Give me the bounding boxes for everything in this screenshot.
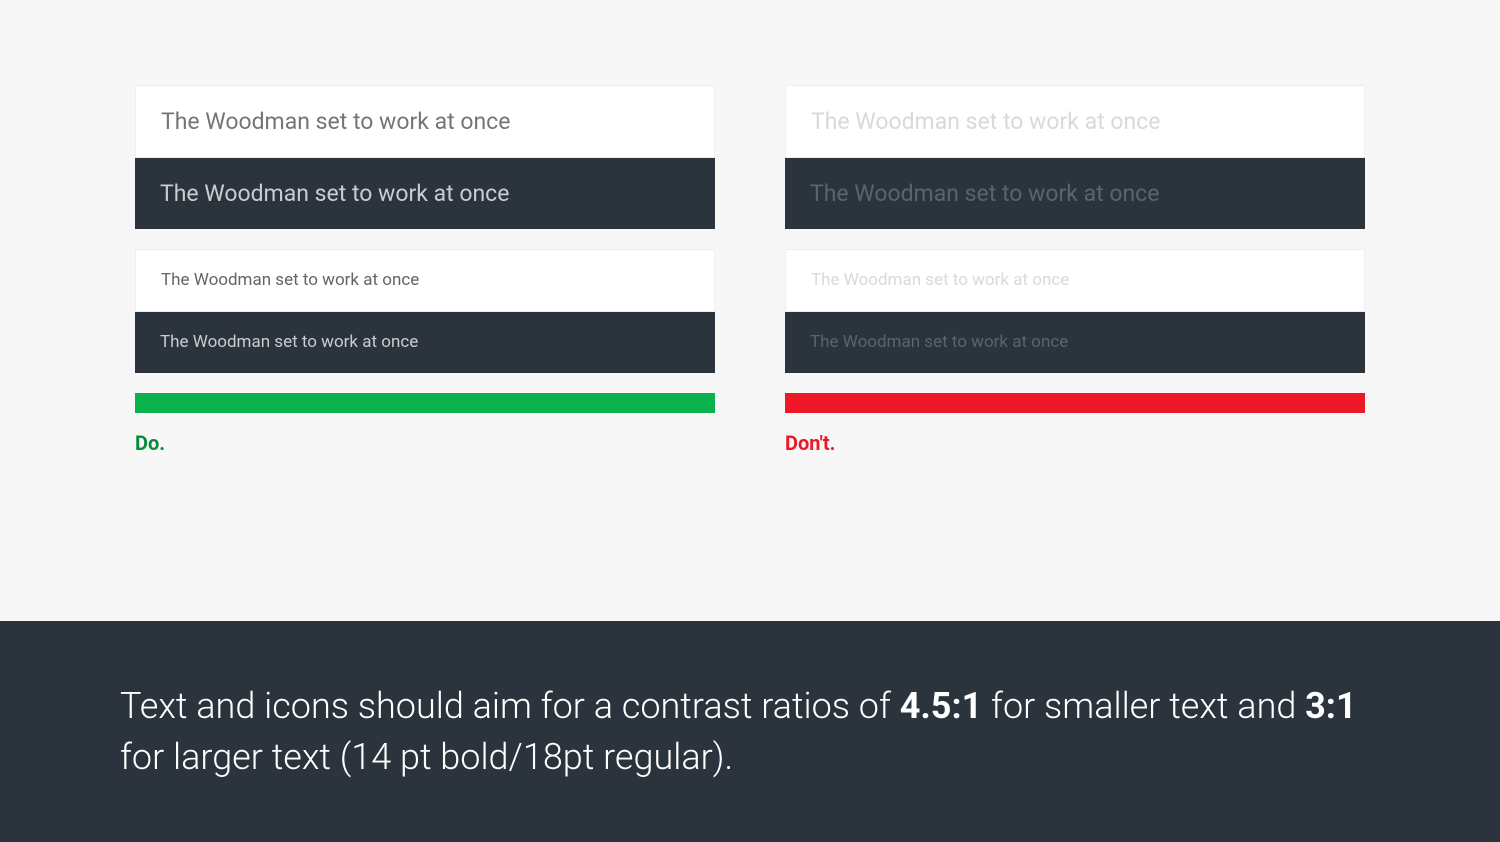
dont-label: Don't.	[785, 431, 1365, 455]
do-small-text-group: The Woodman set to work at once The Wood…	[135, 249, 715, 373]
sample-small-light-low-contrast: The Woodman set to work at once	[785, 249, 1365, 312]
sample-large-dark-low-contrast: The Woodman set to work at once	[785, 158, 1365, 229]
sample-small-light: The Woodman set to work at once	[135, 249, 715, 312]
sample-large-dark: The Woodman set to work at once	[135, 158, 715, 229]
dont-large-text-group: The Woodman set to work at once The Wood…	[785, 85, 1365, 229]
do-large-text-group: The Woodman set to work at once The Wood…	[135, 85, 715, 229]
dont-small-text-group: The Woodman set to work at once The Wood…	[785, 249, 1365, 373]
guideline-footer: Text and icons should aim for a contrast…	[0, 621, 1500, 842]
guideline-part1: Text and icons should aim for a contrast…	[120, 685, 900, 727]
do-label: Do.	[135, 431, 715, 455]
sample-large-light-low-contrast: The Woodman set to work at once	[785, 85, 1365, 158]
guideline-ratio2: 3:1	[1305, 685, 1356, 727]
sample-large-light: The Woodman set to work at once	[135, 85, 715, 158]
do-column: The Woodman set to work at once The Wood…	[135, 85, 715, 455]
sample-small-dark: The Woodman set to work at once	[135, 312, 715, 373]
dont-column: The Woodman set to work at once The Wood…	[785, 85, 1365, 455]
guideline-text: Text and icons should aim for a contrast…	[120, 681, 1380, 782]
guideline-ratio1: 4.5:1	[900, 685, 983, 727]
examples-section: The Woodman set to work at once The Wood…	[0, 0, 1500, 621]
do-indicator-bar	[135, 393, 715, 413]
guideline-part3: for larger text (14 pt bold/18pt regular…	[120, 736, 733, 778]
dont-indicator-bar	[785, 393, 1365, 413]
guideline-part2: for smaller text and	[982, 685, 1305, 727]
sample-small-dark-low-contrast: The Woodman set to work at once	[785, 312, 1365, 373]
